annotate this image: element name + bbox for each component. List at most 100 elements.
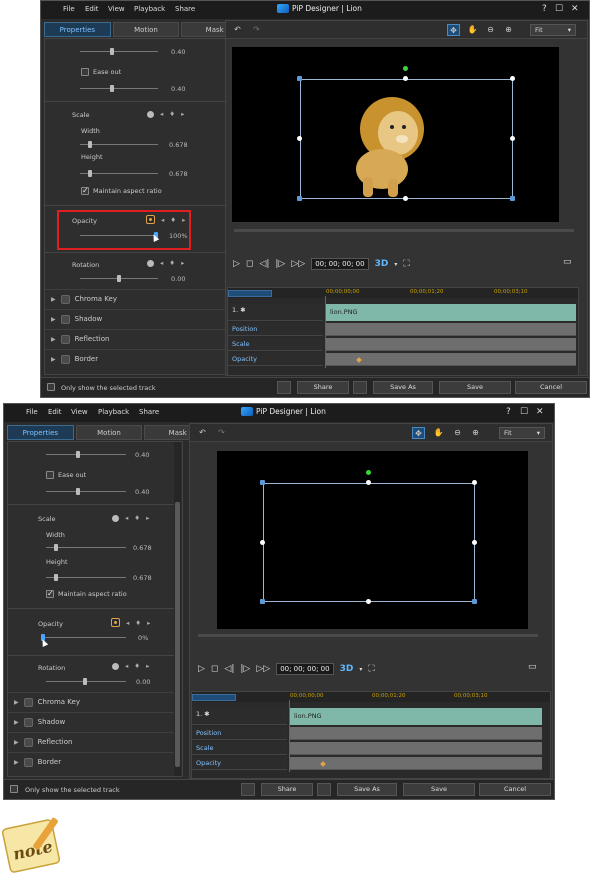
width-slider[interactable] [46, 544, 126, 551]
next-frame-icon[interactable]: |▷ [240, 664, 250, 674]
slider-knob[interactable] [88, 141, 92, 148]
fade-slider-2[interactable] [80, 85, 158, 92]
share-button[interactable]: Share [297, 381, 349, 394]
play-icon[interactable]: ▷ [198, 664, 205, 674]
rotate-handle[interactable] [366, 470, 371, 475]
3d-toggle[interactable]: 3D [340, 664, 354, 674]
group-reflection[interactable]: ▶ Reflection [45, 329, 245, 348]
group-border[interactable]: ▶ Border [8, 752, 174, 771]
group-border[interactable]: ▶ Border [45, 349, 245, 368]
fast-forward-icon[interactable]: ▷▷ [291, 259, 305, 269]
timecode-display[interactable]: 00; 00; 00; 00 [276, 663, 334, 675]
share-button[interactable]: Share [261, 783, 313, 796]
slider-knob[interactable] [76, 488, 80, 495]
cancel-button[interactable]: Cancel [479, 783, 551, 796]
add-keyframe-icon[interactable]: ♦ [169, 259, 175, 267]
reset-icon[interactable] [112, 662, 119, 670]
only-selected-checkbox[interactable] [10, 785, 18, 793]
prev-keyframe-icon[interactable]: ◂ [160, 259, 163, 267]
track-scale[interactable]: Scale [228, 338, 323, 351]
preview-hscroll[interactable] [198, 634, 538, 637]
fullscreen-icon[interactable]: ▭ [528, 662, 537, 672]
save-as-button[interactable]: Save As [337, 783, 397, 796]
prev-keyframe-icon[interactable]: ◂ [125, 662, 128, 670]
share-icon[interactable] [241, 783, 255, 796]
video-preview[interactable] [217, 451, 528, 629]
zoom-out-icon[interactable]: ⊖ [451, 427, 464, 439]
next-keyframe-icon[interactable]: ▸ [147, 619, 150, 627]
slider-knob[interactable] [117, 275, 121, 282]
prev-keyframe-icon[interactable]: ◂ [126, 619, 129, 627]
menu-edit[interactable]: Edit [48, 408, 62, 416]
group-chroma-key[interactable]: ▶ Chroma Key [8, 692, 174, 711]
scroll-thumb[interactable] [175, 502, 180, 767]
group-checkbox[interactable] [60, 334, 70, 344]
fullscreen-icon[interactable]: ▭ [563, 257, 572, 267]
timeline-zoom-slider[interactable] [192, 694, 236, 701]
group-checkbox[interactable] [23, 737, 33, 747]
redo-icon[interactable]: ↷ [250, 24, 263, 36]
only-selected-checkbox[interactable] [47, 383, 55, 391]
ease-out-checkbox[interactable] [81, 68, 89, 76]
prev-keyframe-icon[interactable]: ◂ [160, 110, 163, 118]
menu-playback[interactable]: Playback [134, 5, 165, 13]
next-keyframe-icon[interactable]: ▸ [181, 259, 184, 267]
undo-icon[interactable]: ↶ [231, 24, 244, 36]
menu-file[interactable]: File [26, 408, 38, 416]
close-button[interactable]: ✕ [571, 4, 579, 14]
undo-icon[interactable]: ↶ [196, 427, 209, 439]
playhead[interactable] [325, 296, 326, 368]
width-slider[interactable] [80, 141, 158, 148]
prev-frame-icon[interactable]: ◁| [224, 664, 234, 674]
hand-tool-icon[interactable]: ✋ [466, 24, 479, 36]
tab-properties[interactable]: Properties [44, 22, 111, 37]
reset-icon[interactable] [147, 110, 154, 118]
track-opacity[interactable]: Opacity [192, 757, 287, 770]
slider-knob[interactable] [76, 451, 80, 458]
select-tool-icon[interactable]: ✥ [412, 427, 425, 439]
resize-handle[interactable] [297, 196, 302, 201]
group-checkbox[interactable] [23, 697, 33, 707]
resize-handle[interactable] [472, 599, 477, 604]
cancel-button[interactable]: Cancel [515, 381, 587, 394]
play-icon[interactable]: ▷ [233, 259, 240, 269]
maximize-button[interactable]: ☐ [555, 4, 563, 14]
slider-knob[interactable] [83, 678, 87, 685]
lane-opacity[interactable] [326, 353, 576, 366]
hand-tool-icon[interactable]: ✋ [432, 427, 445, 439]
zoom-in-icon[interactable]: ⊕ [502, 24, 515, 36]
save-as-icon[interactable] [317, 783, 331, 796]
properties-scrollbar[interactable] [174, 442, 181, 776]
keyframe-toggle-icon[interactable] [111, 618, 120, 627]
add-keyframe-icon[interactable]: ♦ [135, 619, 141, 627]
opacity-slider[interactable] [41, 634, 126, 641]
track-scale[interactable]: Scale [192, 742, 287, 755]
resize-handle[interactable] [472, 480, 477, 485]
group-checkbox[interactable] [60, 354, 70, 364]
tab-motion[interactable]: Motion [112, 22, 180, 37]
group-checkbox[interactable] [60, 314, 70, 324]
redo-icon[interactable]: ↷ [215, 427, 228, 439]
video-preview[interactable] [232, 47, 559, 222]
clip-lion[interactable]: lion.PNG [290, 708, 542, 725]
stop-icon[interactable]: ◻ [211, 664, 218, 674]
track-position[interactable]: Position [192, 727, 287, 740]
select-tool-icon[interactable]: ✥ [447, 24, 460, 36]
resize-handle[interactable] [366, 599, 371, 604]
menu-file[interactable]: File [63, 5, 75, 13]
resize-handle[interactable] [366, 480, 371, 485]
zoom-fit-dropdown[interactable]: Fit ▾ [499, 427, 545, 439]
group-checkbox[interactable] [23, 757, 33, 767]
menu-edit[interactable]: Edit [85, 5, 99, 13]
resize-handle[interactable] [403, 76, 408, 81]
zoom-out-icon[interactable]: ⊖ [484, 24, 497, 36]
group-shadow[interactable]: ▶ Shadow [8, 712, 174, 731]
slider-knob[interactable] [110, 48, 114, 55]
menu-playback[interactable]: Playback [98, 408, 129, 416]
group-checkbox[interactable] [23, 717, 33, 727]
clip-lion[interactable]: lion.PNG [326, 304, 576, 321]
resize-handle[interactable] [260, 480, 265, 485]
fade-slider-1[interactable] [80, 48, 158, 55]
slider-knob[interactable] [54, 544, 58, 551]
fade-slider-1[interactable] [46, 451, 126, 458]
